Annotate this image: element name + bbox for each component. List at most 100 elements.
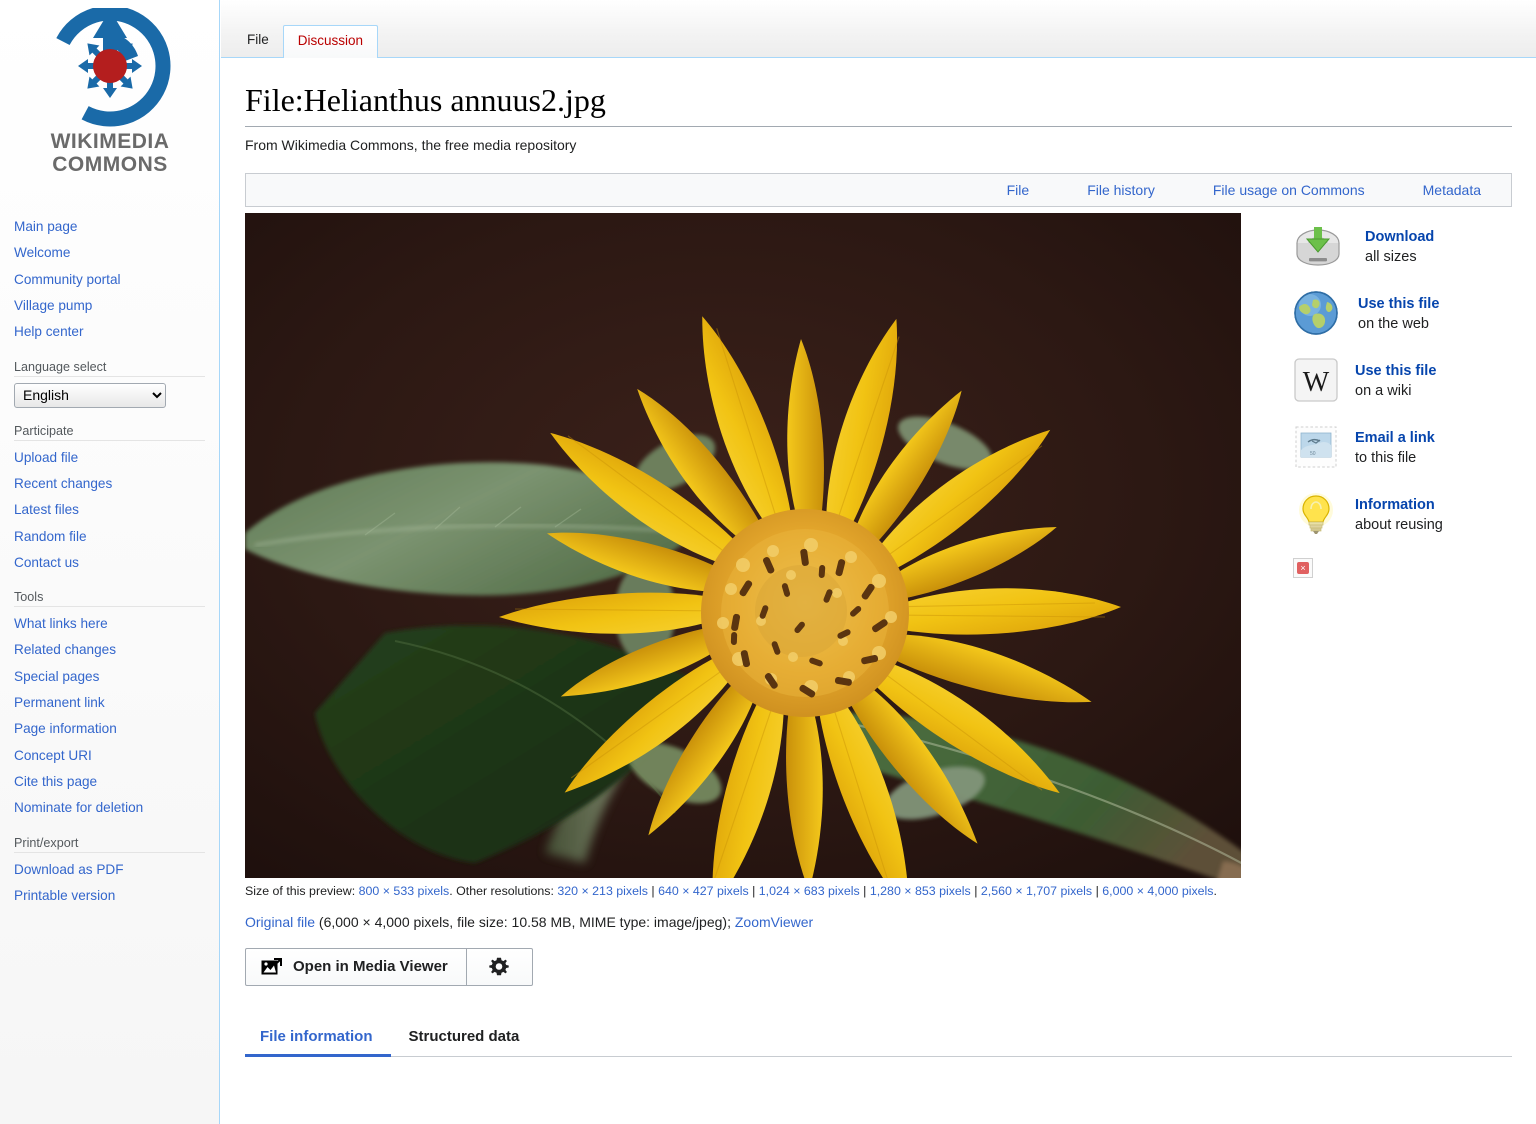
sidebar-link[interactable]: Related changes [14, 637, 219, 663]
tab-file[interactable]: File [233, 24, 283, 57]
page-body: File:Helianthus annuus2.jpg From Wikimed… [221, 80, 1536, 1057]
sidebar-link[interactable]: Download as PDF [14, 857, 219, 883]
action-use-on-wiki[interactable]: W Use this file on a wiki [1293, 357, 1512, 407]
action-email-link[interactable]: 50 Email a link to this file [1293, 424, 1512, 474]
hard-drive-download-icon [1293, 223, 1343, 273]
sidebar-item-permanent-link[interactable]: Permanent link [14, 690, 219, 716]
sidebar-link[interactable]: Latest files [14, 497, 219, 523]
wikipedia-w-icon: W [1293, 357, 1343, 407]
action-information-title[interactable]: Information [1355, 496, 1443, 516]
language-select-heading: Language select [14, 356, 205, 377]
sidebar-item-printable-version[interactable]: Printable version [14, 883, 219, 909]
resolution-link-1280[interactable]: 1,280 × 853 pixels [870, 884, 971, 898]
filenav-link-file-usage[interactable]: File usage on Commons [1213, 182, 1365, 198]
sidebar-item-what-links-here[interactable]: What links here [14, 611, 219, 637]
namespace-tab-bar: File Discussion [221, 0, 1536, 58]
sidebar-link[interactable]: Permanent link [14, 690, 219, 716]
sidebar-link[interactable]: Contact us [14, 550, 219, 576]
action-use-on-wiki-subtitle: on a wiki [1355, 383, 1412, 399]
file-preview-image[interactable] [245, 213, 1241, 878]
sidebar-link[interactable]: Community portal [14, 267, 219, 293]
sidebar-item-concept-uri[interactable]: Concept URI [14, 743, 219, 769]
original-file-link[interactable]: Original file [245, 914, 315, 930]
action-use-on-web-subtitle: on the web [1358, 316, 1429, 332]
sidebar-item-help-center[interactable]: Help center [14, 319, 219, 345]
action-use-on-web-title[interactable]: Use this file [1358, 295, 1439, 315]
sidebar-link[interactable]: Main page [14, 214, 219, 240]
size-prefix-label: Size of this preview: [245, 884, 356, 898]
broken-image-placeholder-icon: × [1293, 558, 1313, 578]
action-use-on-wiki-title[interactable]: Use this file [1355, 362, 1436, 382]
sidebar-item-community-portal[interactable]: Community portal [14, 267, 219, 293]
sidebar-link[interactable]: Page information [14, 716, 219, 742]
action-information-reusing[interactable]: Information about reusing [1293, 491, 1512, 541]
print-export-heading: Print/export [14, 832, 205, 853]
sidebar-item-nominate-for-deletion[interactable]: Nominate for deletion [14, 795, 219, 821]
sidebar-link[interactable]: Welcome [14, 240, 219, 266]
sidebar-item-main-page[interactable]: Main page [14, 214, 219, 240]
sidebar-link[interactable]: Nominate for deletion [14, 795, 219, 821]
sunflower-photo [245, 213, 1241, 878]
sidebar-link[interactable]: Special pages [14, 664, 219, 690]
language-select[interactable]: English [14, 382, 166, 408]
tab-discussion[interactable]: Discussion [282, 24, 379, 58]
sidebar-link[interactable]: Village pump [14, 293, 219, 319]
resolution-link-320[interactable]: 320 × 213 pixels [557, 884, 648, 898]
sidebar-link[interactable]: Random file [14, 524, 219, 550]
resolution-link-2560[interactable]: 2,560 × 1,707 pixels [981, 884, 1092, 898]
sidebar-item-upload-file[interactable]: Upload file [14, 445, 219, 471]
sidebar-item-cite-this-page[interactable]: Cite this page [14, 769, 219, 795]
filenav-link-file[interactable]: File [1007, 182, 1030, 198]
sidebar-item-related-changes[interactable]: Related changes [14, 637, 219, 663]
wikimedia-commons-logo-icon: WIKIMEDIA COMMONS [49, 8, 171, 176]
action-use-on-web[interactable]: Use this file on the web [1293, 290, 1512, 340]
sidebar-link[interactable]: What links here [14, 611, 219, 637]
res-trailing-period: . [1213, 884, 1217, 898]
open-in-media-viewer-button[interactable]: Open in Media Viewer [245, 947, 467, 986]
sidebar-link[interactable]: Upload file [14, 445, 219, 471]
media-viewer-settings-button[interactable] [466, 947, 533, 986]
tools-portal: Tools What links here Related changes Sp… [0, 586, 219, 822]
filenav-link-file-history[interactable]: File history [1087, 182, 1155, 198]
media-viewer-icon [261, 957, 282, 975]
other-resolutions-label: . Other resolutions: [449, 884, 554, 898]
current-size-link[interactable]: 800 × 533 pixels [359, 884, 450, 898]
participate-heading: Participate [14, 420, 205, 441]
tab-structured-data[interactable]: Structured data [391, 1018, 538, 1056]
preview-size-line: Size of this preview: 800 × 533 pixels. … [245, 882, 1512, 901]
sidebar-item-download-as-pdf[interactable]: Download as PDF [14, 857, 219, 883]
sidebar-item-village-pump[interactable]: Village pump [14, 293, 219, 319]
action-email-link-title[interactable]: Email a link [1355, 429, 1435, 449]
page-title: File:Helianthus annuus2.jpg [245, 80, 1512, 127]
sidebar-link[interactable]: Cite this page [14, 769, 219, 795]
sidebar-item-page-information[interactable]: Page information [14, 716, 219, 742]
sidebar-item-latest-files[interactable]: Latest files [14, 497, 219, 523]
sidebar-link[interactable]: Printable version [14, 883, 219, 909]
action-download-title[interactable]: Download [1365, 228, 1434, 248]
resolution-link-6000[interactable]: 6,000 × 4,000 pixels [1102, 884, 1213, 898]
zoomviewer-link[interactable]: ZoomViewer [735, 914, 813, 930]
media-viewer-button-group: Open in Media Viewer [245, 947, 1512, 986]
sidebar-item-random-file[interactable]: Random file [14, 524, 219, 550]
file-section-nav: File File history File usage on Commons … [245, 173, 1512, 207]
svg-text:W: W [1303, 367, 1330, 398]
tools-heading: Tools [14, 586, 205, 608]
action-information-subtitle: about reusing [1355, 517, 1443, 533]
sidebar-item-welcome[interactable]: Welcome [14, 240, 219, 266]
sidebar-link[interactable]: Concept URI [14, 743, 219, 769]
sidebar-item-special-pages[interactable]: Special pages [14, 664, 219, 690]
resolution-link-640[interactable]: 640 × 427 pixels [658, 884, 749, 898]
sidebar-item-recent-changes[interactable]: Recent changes [14, 471, 219, 497]
sidebar-link[interactable]: Recent changes [14, 471, 219, 497]
sidebar: WIKIMEDIA COMMONS Main page Welcome Comm… [0, 0, 220, 1124]
sidebar-link[interactable]: Help center [14, 319, 219, 345]
action-download[interactable]: Download all sizes [1293, 223, 1512, 273]
site-logo[interactable]: WIKIMEDIA COMMONS [0, 0, 220, 200]
tab-file-information[interactable]: File information [245, 1018, 391, 1057]
participate-portal: Participate Upload file Recent changes L… [0, 420, 219, 577]
filenav-link-metadata[interactable]: Metadata [1423, 182, 1481, 198]
sidebar-item-contact-us[interactable]: Contact us [14, 550, 219, 576]
res-sep: | [647, 884, 659, 898]
print-export-portal: Print/export Download as PDF Printable v… [0, 832, 219, 910]
resolution-link-1024[interactable]: 1,024 × 683 pixels [759, 884, 860, 898]
